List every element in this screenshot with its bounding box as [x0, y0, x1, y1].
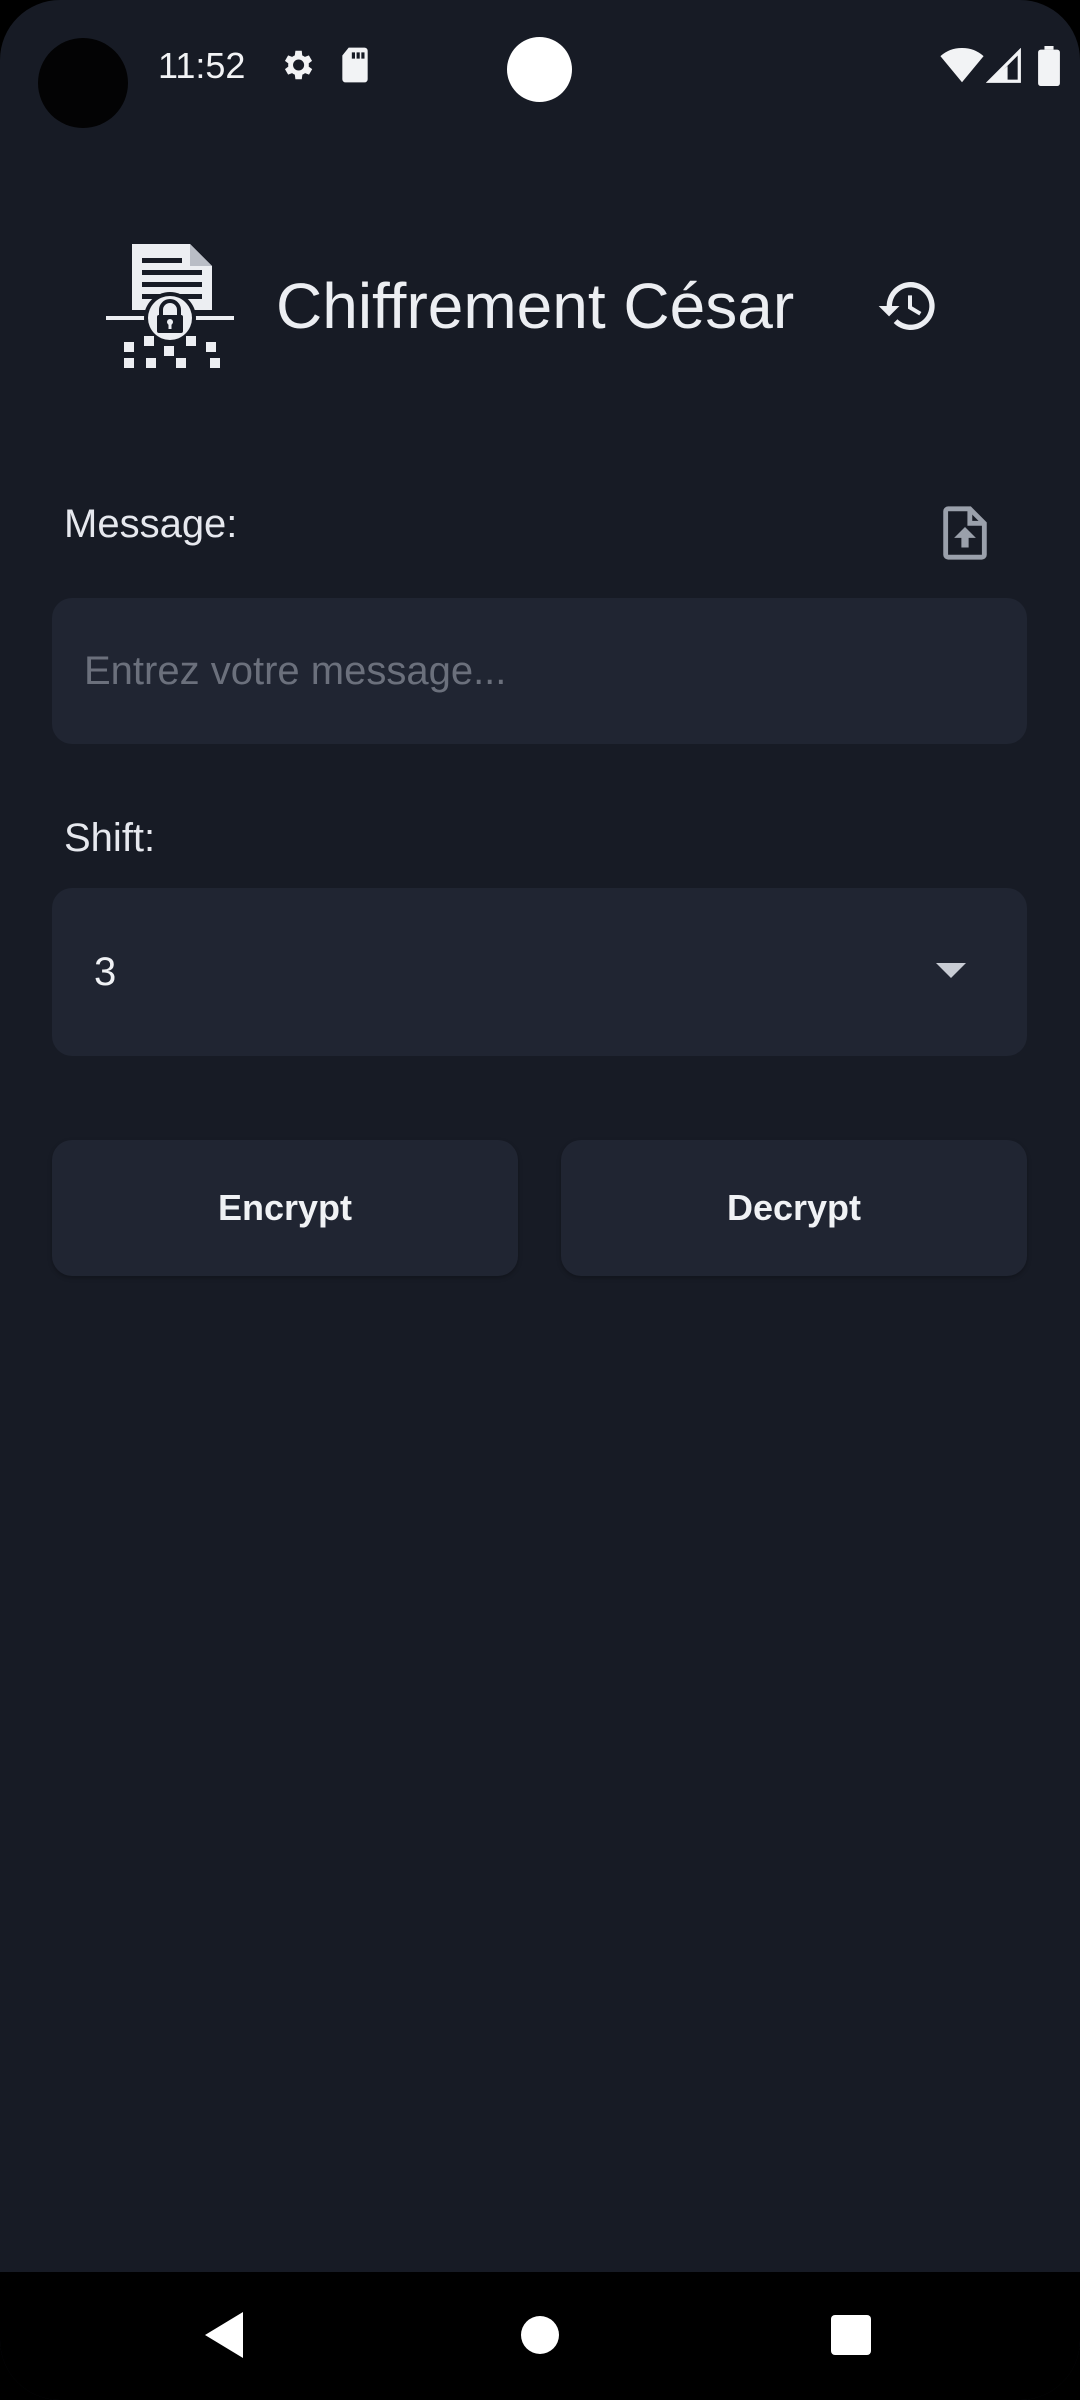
status-bar: 11:52	[0, 0, 1080, 140]
recents-icon[interactable]	[831, 2315, 871, 2355]
encrypt-button[interactable]: Encrypt	[52, 1140, 518, 1276]
shift-dropdown[interactable]: 3	[52, 888, 1027, 1056]
sd-card-icon	[338, 46, 372, 89]
battery-icon	[1038, 46, 1060, 91]
status-time: 11:52	[158, 45, 246, 86]
home-icon[interactable]	[521, 2316, 559, 2354]
wifi-icon	[940, 47, 984, 89]
system-nav-bar	[0, 2272, 1080, 2400]
shift-label: Shift:	[64, 816, 156, 860]
history-icon	[876, 274, 940, 343]
encrypted-document-icon	[106, 238, 234, 368]
settings-icon	[278, 46, 316, 89]
shift-selected-value: 3	[94, 950, 117, 994]
message-label: Message:	[64, 502, 238, 546]
decrypt-button[interactable]: Decrypt	[561, 1140, 1027, 1276]
message-input[interactable]	[52, 598, 1027, 744]
page-title: Chiffrement César	[276, 270, 795, 342]
camera-cutout	[38, 38, 128, 128]
app-screen: 11:52 Chiffrement César Message: Entrez …	[0, 0, 1080, 2400]
file-upload-icon	[939, 504, 991, 567]
dropdown-arrow-icon	[936, 963, 966, 978]
notification-dot	[507, 37, 572, 102]
signal-icon	[985, 47, 1022, 89]
history-button[interactable]	[870, 270, 946, 346]
back-icon[interactable]	[205, 2312, 243, 2358]
upload-file-button[interactable]	[930, 500, 1000, 570]
